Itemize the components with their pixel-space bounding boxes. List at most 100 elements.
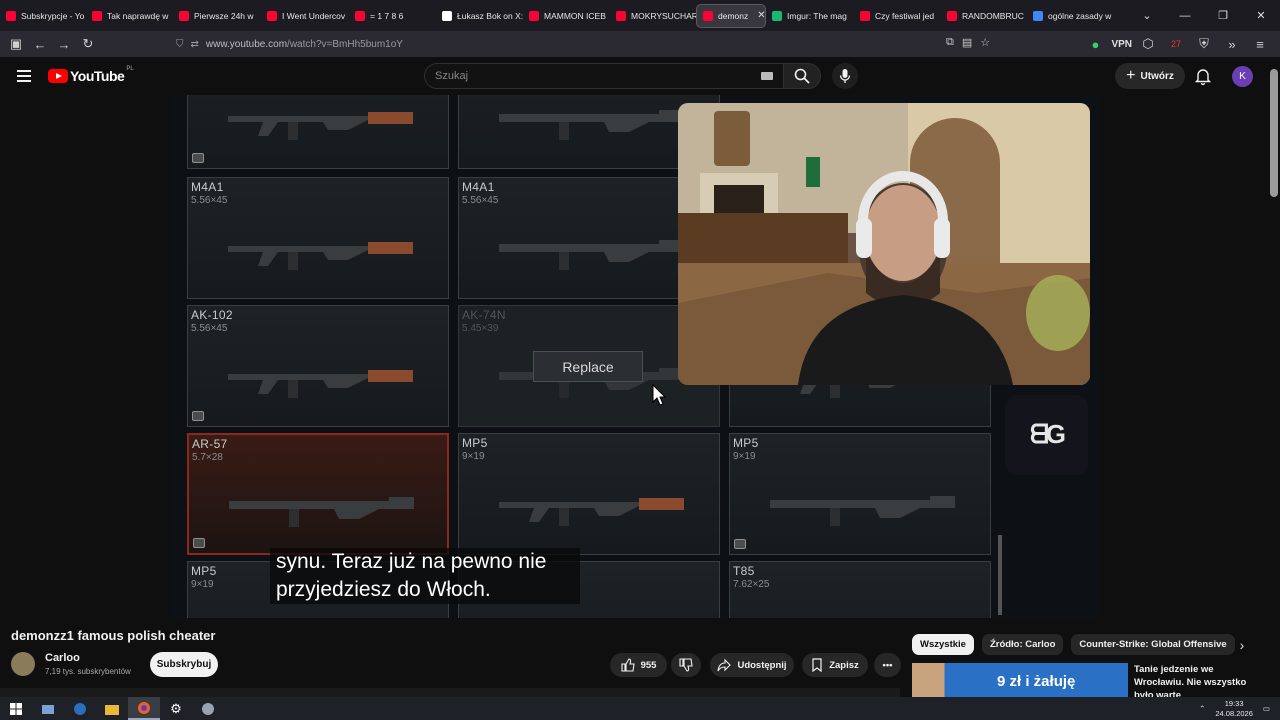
chevron-right-icon[interactable]: › [1231, 634, 1253, 656]
browser-tab[interactable]: MAMMON ICEB [523, 3, 610, 28]
browser-tab[interactable]: Łukasz Bok on X: [436, 3, 523, 28]
weapon-image [499, 110, 684, 140]
chevron-up-icon[interactable]: ⌃ [1199, 704, 1205, 713]
notification-center-icon[interactable]: ▭ [1263, 704, 1270, 713]
more-actions-button[interactable]: ••• [874, 653, 901, 677]
task-view-icon[interactable] [32, 697, 64, 720]
maximize-icon[interactable]: ❐ [1204, 0, 1242, 31]
thumbs-down-icon [679, 658, 693, 672]
weapon-card[interactable]: AK-102 5.56×45 [187, 305, 449, 427]
youtube-wordmark: YouTube [70, 68, 125, 84]
browser-tab[interactable]: Pierwsze 24h w [173, 3, 261, 28]
filter-chips: Wszystkie Źródło: Carloo Counter-Strike: G… [912, 634, 1235, 655]
channel-avatar[interactable] [11, 652, 35, 676]
search-input[interactable]: Szukaj [424, 63, 784, 89]
weapon-caliber: 5.45×39 [462, 323, 499, 334]
share-button[interactable]: Udostępnij [710, 653, 794, 677]
tab-label: Imgur: The mag [787, 10, 847, 21]
account-avatar[interactable]: K [1232, 66, 1253, 87]
minimize-icon[interactable]: — [1166, 0, 1204, 31]
close-tab-icon[interactable]: ✕ [757, 10, 765, 21]
browser-tab[interactable]: Subskrypcje - Yo [0, 3, 86, 28]
tab-list: Subskrypcje - Yo Tak naprawdę w Pierwsze 2… [0, 0, 1113, 31]
weapon-card[interactable] [187, 95, 449, 169]
keyboard-icon[interactable] [761, 72, 773, 80]
browser-tab[interactable]: demonz ✕ [696, 3, 766, 28]
browser-tab[interactable]: ogólne zasady w [1027, 3, 1113, 28]
webcam-image [678, 103, 1090, 385]
video-title: demonzz1 famous polish cheater [11, 628, 216, 643]
page-scrollbar[interactable] [1268, 57, 1280, 697]
closed-captions: synu. Teraz już na pewno nie przyjedzies… [270, 548, 580, 604]
weapon-caliber: 5.56×45 [191, 323, 228, 334]
browser-tab[interactable]: I Went Undercov [261, 3, 349, 28]
permissions-icon[interactable]: ⇄ [191, 39, 199, 50]
browser-tab[interactable]: Imgur: The mag [766, 3, 854, 28]
settings-gear-icon[interactable]: ⚙ [160, 697, 192, 720]
dislike-button[interactable] [671, 653, 701, 677]
weapon-card[interactable]: T85 7.62×25 [729, 561, 991, 618]
browser-tab[interactable]: Czy festiwal jed [854, 3, 941, 28]
search-button[interactable] [783, 63, 821, 89]
sidebar-toggle-icon[interactable]: ▣ [4, 31, 28, 57]
weapon-card[interactable]: MP5 9×19 [458, 433, 720, 555]
firefox-icon[interactable] [128, 697, 160, 720]
bookmark-star-icon[interactable]: ☆ [980, 36, 990, 49]
thumbnail-text: 9 zł i żałuję [997, 673, 1076, 690]
filter-chip[interactable]: Counter-Strike: Global Offensive [1071, 634, 1235, 655]
steam-icon[interactable] [64, 697, 96, 720]
like-button[interactable]: 955 [610, 653, 667, 677]
weapon-name: MP5 [462, 436, 488, 450]
picture-in-picture-icon[interactable]: ⧉ [946, 36, 954, 49]
filter-chip[interactable]: Źródło: Carloo [981, 634, 1064, 655]
save-button[interactable]: Zapisz [802, 653, 868, 677]
weapon-card[interactable]: AR-57 5.7×28 [187, 433, 449, 555]
weapon-card[interactable]: MP5 9×19 [729, 433, 991, 555]
create-button[interactable]: + Utwórz [1115, 63, 1185, 89]
browser-tab[interactable]: RANDOMBRUC [941, 3, 1027, 28]
browser-tab[interactable]: = 1 7 8 6 [349, 3, 436, 28]
puzzle-icon[interactable]: ⬡ [1136, 31, 1160, 57]
app-icon[interactable] [192, 697, 224, 720]
inventory-scrollbar [998, 535, 1002, 615]
reload-icon[interactable]: ↻ [76, 31, 100, 57]
weapon-image [229, 497, 414, 527]
address-bar[interactable]: ⛉ ⇄ www.youtube.com/watch?v=BmHh5bum1oY [176, 34, 1001, 54]
channel-name[interactable]: Carloo [45, 652, 80, 664]
tab-list-dropdown-icon[interactable]: ⌄ [1128, 0, 1166, 31]
notifications-button[interactable] [1193, 66, 1213, 86]
weapon-image [499, 498, 684, 526]
browser-tab[interactable]: Tak naprawdę w [86, 3, 173, 28]
region-code: PL [126, 66, 134, 72]
clock[interactable]: 19:33 24.08.2026 [1215, 699, 1253, 719]
forward-icon[interactable]: → [52, 31, 76, 57]
tab-label: Czy festiwal jed [875, 10, 935, 21]
subscribe-button[interactable]: Subskrybuj [150, 652, 218, 677]
windows-start-icon[interactable] [0, 697, 32, 720]
scrollbar-thumb[interactable] [1270, 69, 1278, 197]
filter-chip[interactable]: Wszystkie [912, 634, 974, 655]
overflow-icon[interactable]: » [1220, 31, 1244, 57]
voice-search-button[interactable] [832, 63, 858, 89]
search-icon [794, 68, 810, 84]
tab-label: Pierwsze 24h w [194, 10, 254, 21]
back-icon[interactable]: ← [28, 31, 52, 57]
video-player[interactable]: M4A1 5.56×45 M4A1 5.56×45 AK-102 5.56×45 AK-74… [170, 95, 1100, 618]
badge-extension-icon[interactable]: 27 [1164, 31, 1188, 57]
vpn-button[interactable]: VPN [1111, 39, 1132, 50]
menu-icon[interactable]: ≡ [1248, 31, 1272, 57]
weapon-card[interactable]: M4A1 5.56×45 [187, 177, 449, 299]
reader-view-icon[interactable]: ▤ [962, 36, 972, 49]
youtube-header: YouTube PL Szukaj + Utwórz K [0, 57, 1268, 95]
close-window-icon[interactable]: ✕ [1242, 0, 1280, 31]
recommended-thumbnail[interactable]: 9 zł i żałuję [912, 663, 1128, 697]
browser-tab[interactable]: MOKRYSUCHAR [610, 3, 696, 28]
extension-icon[interactable]: ● [1083, 31, 1107, 57]
tab-label: ogólne zasady w [1048, 10, 1112, 21]
file-explorer-icon[interactable] [96, 697, 128, 720]
tab-favicon-icon [6, 10, 16, 21]
shield-extension-icon[interactable]: ⛨ [1192, 31, 1216, 57]
youtube-logo[interactable]: YouTube PL [48, 66, 134, 84]
replace-button[interactable]: Replace [533, 351, 643, 382]
guide-menu-icon[interactable] [14, 66, 34, 86]
